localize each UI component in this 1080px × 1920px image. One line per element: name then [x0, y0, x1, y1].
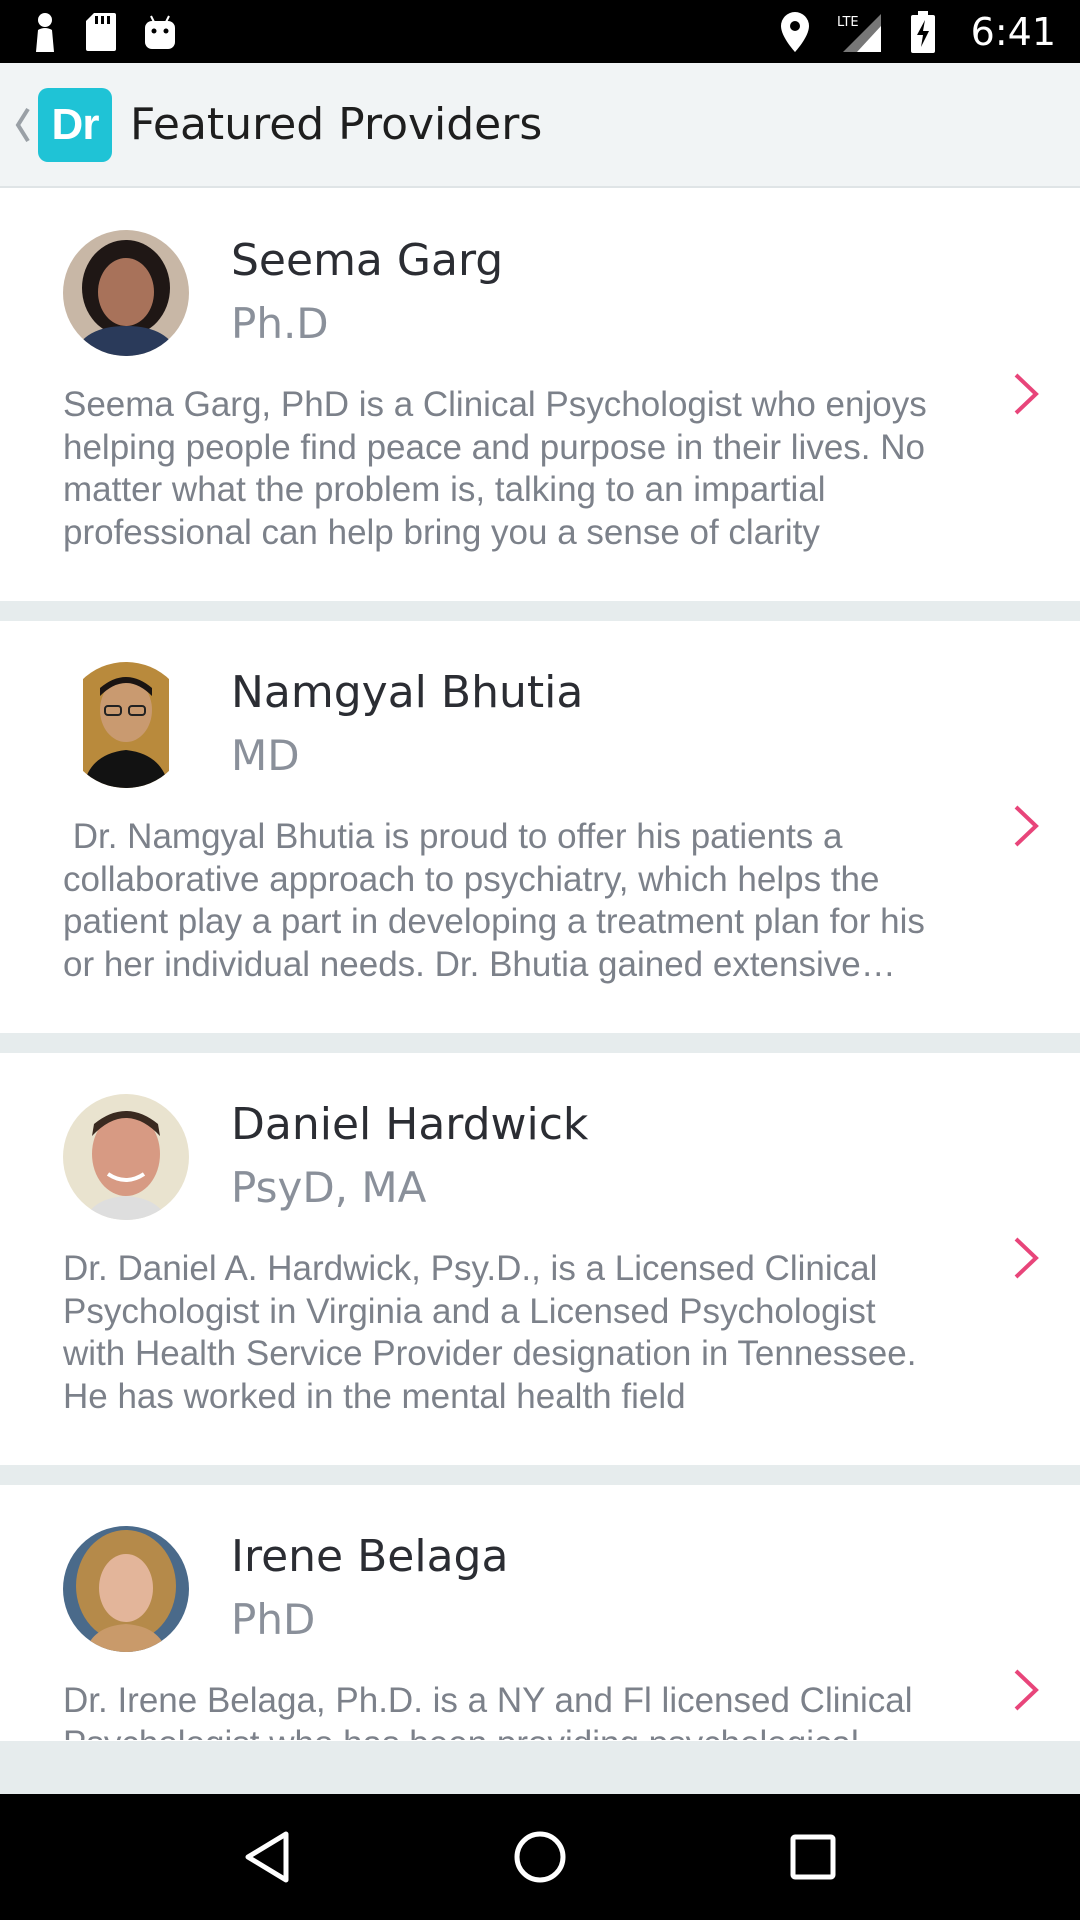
home-circle-icon[interactable]	[500, 1817, 580, 1897]
location-icon	[780, 11, 809, 52]
provider-bio: Dr. Namgyal Bhutia is proud to offer his…	[63, 817, 925, 984]
provider-name: Irene Belaga	[231, 1531, 509, 1582]
provider-card-namgyal-bhutia[interactable]: Namgyal Bhutia MD Dr. Namgyal Bhutia is …	[0, 621, 1080, 1033]
chevron-right-icon[interactable]	[1010, 1665, 1040, 1715]
provider-name: Seema Garg	[231, 235, 504, 286]
page-title: Featured Providers	[130, 99, 543, 150]
battery-charging-icon	[910, 10, 935, 53]
sd-card-icon	[86, 12, 116, 51]
provider-credential: PsyD, MA	[231, 1163, 427, 1212]
chevron-right-icon[interactable]	[1010, 1233, 1040, 1283]
provider-credential: Ph.D	[231, 299, 329, 348]
navigation-bar	[0, 1794, 1080, 1920]
svg-text:LTE: LTE	[837, 15, 859, 30]
back-triangle-icon[interactable]	[227, 1817, 307, 1897]
signal-icon: LTE	[837, 12, 883, 52]
provider-bio: Dr. Irene Belaga, Ph.D. is a NY and Fl l…	[63, 1681, 913, 1740]
app-bar: Dr Featured Providers	[0, 63, 1080, 188]
provider-card-seema-garg[interactable]: Seema Garg Ph.D Seema Garg, PhD is a Cli…	[0, 189, 1080, 601]
provider-bio: Seema Garg, PhD is a Clinical Psychologi…	[63, 385, 927, 552]
provider-card-irene-belaga[interactable]: Irene Belaga PhD Dr. Irene Belaga, Ph.D.…	[0, 1485, 1080, 1741]
provider-credential: MD	[231, 731, 300, 780]
recents-square-icon[interactable]	[773, 1817, 853, 1897]
status-bar: LTE 6:41	[0, 0, 1080, 63]
provider-bio: Dr. Daniel A. Hardwick, Psy.D., is a Lic…	[63, 1249, 917, 1416]
avatar	[63, 662, 189, 788]
chevron-right-icon[interactable]	[1010, 801, 1040, 851]
status-right-icons: LTE 6:41	[780, 9, 1056, 54]
provider-list[interactable]: Seema Garg Ph.D Seema Garg, PhD is a Cli…	[0, 189, 1080, 1794]
notification-person-icon	[32, 12, 58, 52]
status-time: 6:41	[970, 9, 1056, 54]
android-robot-icon	[144, 14, 176, 50]
avatar	[63, 1094, 189, 1220]
provider-credential: PhD	[231, 1595, 316, 1644]
status-left-icons	[32, 12, 176, 52]
avatar	[63, 1526, 189, 1652]
chevron-right-icon[interactable]	[1010, 369, 1040, 419]
app-logo[interactable]: Dr	[38, 87, 112, 162]
provider-name: Namgyal Bhutia	[231, 667, 584, 718]
avatar	[63, 230, 189, 356]
back-chevron-icon[interactable]	[10, 105, 36, 145]
provider-name: Daniel Hardwick	[231, 1099, 589, 1150]
provider-card-daniel-hardwick[interactable]: Daniel Hardwick PsyD, MA Dr. Daniel A. H…	[0, 1053, 1080, 1465]
